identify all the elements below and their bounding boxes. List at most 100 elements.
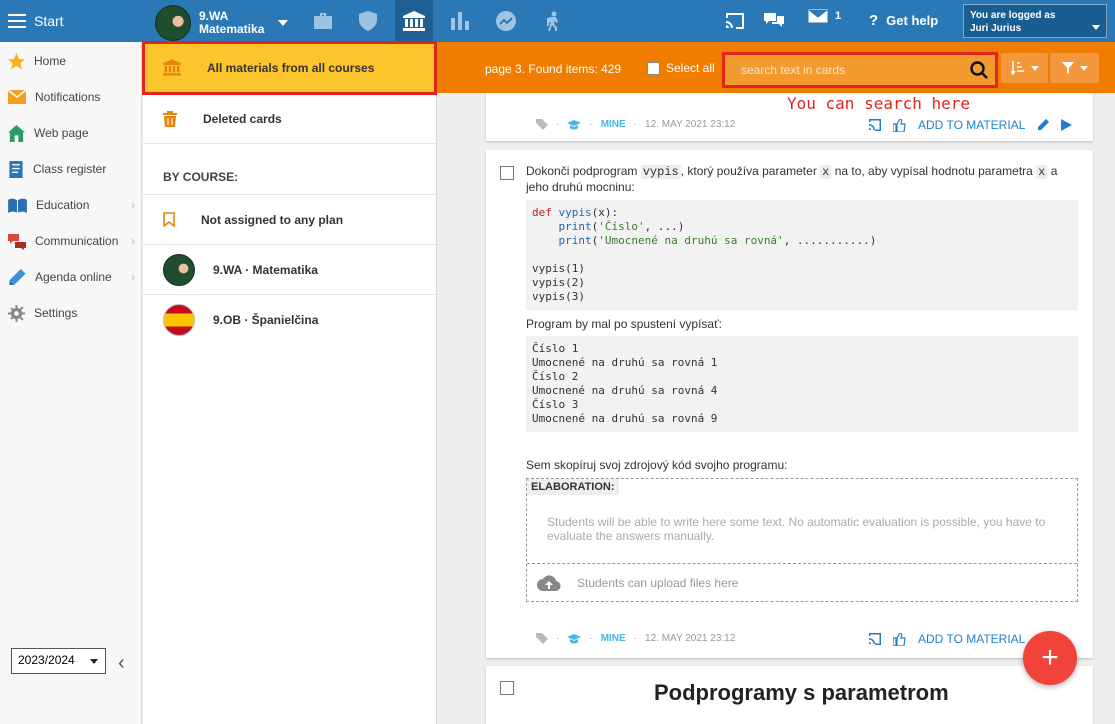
sidebar-item-notifications[interactable]: Notifications — [0, 79, 141, 115]
card-checkbox[interactable] — [500, 681, 514, 695]
hamburger-icon — [8, 14, 26, 28]
school-year-value: 2023/2024 — [18, 653, 75, 667]
spain-flag-icon — [163, 304, 195, 336]
thumbs-up-icon[interactable] — [893, 118, 906, 132]
school-year-select[interactable]: 2023/2024 — [11, 648, 106, 674]
star-icon — [8, 52, 25, 70]
search-box[interactable] — [722, 52, 998, 88]
search-icon[interactable] — [970, 61, 988, 79]
graduation-cap-icon — [567, 119, 582, 129]
bar-chart-icon[interactable] — [441, 0, 479, 42]
top-bar: Start 9.WA Matematika 1 ? Get help You a… — [0, 0, 1115, 42]
mail-icon — [808, 9, 828, 23]
briefcase-icon[interactable] — [304, 0, 342, 42]
sort-button[interactable] — [1001, 53, 1048, 83]
output-intro-text: Program by mal po spustení vypísať: — [526, 317, 722, 331]
sidebar-item-education[interactable]: Education › — [0, 187, 141, 223]
sidebar-item-settings[interactable]: Settings — [0, 295, 141, 331]
main-sidebar: Home Notifications Web page Class regist… — [0, 42, 142, 724]
shield-icon[interactable] — [349, 0, 387, 42]
search-input[interactable] — [741, 63, 961, 77]
play-icon[interactable] — [1061, 119, 1073, 131]
sidebar-item-label: Communication — [35, 234, 119, 248]
question-icon: ? — [869, 12, 879, 29]
get-help-label: Get help — [886, 13, 939, 28]
cast-icon[interactable] — [868, 633, 881, 645]
found-items-text: page 3. Found items: 429 — [485, 62, 622, 76]
course-avatar — [163, 253, 195, 286]
get-help-button[interactable]: ? Get help — [869, 12, 938, 29]
not-assigned-item[interactable]: Not assigned to any plan — [143, 195, 436, 245]
material-card: Dokonči podprogram vypis, ktorý používa … — [486, 150, 1093, 658]
cast-icon[interactable] — [868, 119, 881, 131]
cards-toolbar: page 3. Found items: 429 Select all — [437, 42, 1115, 93]
card-checkbox[interactable] — [500, 166, 514, 180]
sidebar-item-label: Settings — [34, 306, 78, 320]
logged-as-label: You are logged as — [970, 10, 1056, 21]
course-label: 9.WA · Matematika — [213, 262, 318, 277]
thumbs-up-icon[interactable] — [893, 632, 906, 646]
card-date: 12. MAY 2021 23:12 — [645, 633, 736, 644]
pen-icon — [9, 268, 26, 285]
library-icon[interactable] — [395, 0, 433, 42]
edit-pencil-icon[interactable] — [1037, 119, 1050, 131]
chevron-right-icon: › — [131, 198, 135, 212]
chat-bubbles-icon[interactable] — [755, 0, 793, 42]
checkbox[interactable] — [647, 61, 660, 75]
elaboration-box[interactable]: ELABORATION: Students will be able to wr… — [526, 478, 1078, 602]
book-icon — [8, 198, 27, 213]
add-to-material-link[interactable]: ADD TO MATERIAL — [918, 632, 1025, 646]
course-item-matematika[interactable]: 9.WA · Matematika — [143, 245, 436, 295]
card-date: 12. MAY 2021 23:12 — [645, 119, 736, 130]
trend-icon[interactable] — [487, 0, 525, 42]
course-switcher[interactable]: 9.WA Matematika — [155, 5, 289, 41]
chevron-down-icon — [278, 20, 289, 26]
envelope-icon — [8, 90, 26, 104]
upload-label: Students can upload files here — [577, 576, 739, 590]
deleted-cards-item[interactable]: Deleted cards — [143, 94, 436, 144]
chevron-down-icon — [90, 659, 98, 664]
upload-area[interactable]: Students can upload files here — [527, 563, 1077, 602]
sidebar-item-class-register[interactable]: Class register — [0, 151, 141, 187]
sidebar-item-web-page[interactable]: Web page — [0, 115, 141, 151]
select-all-checkbox[interactable]: Select all — [647, 61, 715, 75]
sidebar-item-home[interactable]: Home — [0, 43, 141, 79]
owner-badge: MINE — [600, 633, 626, 644]
library-icon — [163, 59, 181, 76]
card-meta: · · MINE · 12. MAY 2021 23:12 — [536, 119, 735, 130]
add-to-material-link[interactable]: ADD TO MATERIAL — [918, 118, 1025, 132]
chevron-down-icon — [1030, 65, 1039, 71]
register-icon — [9, 160, 23, 178]
messages-button[interactable]: 1 — [808, 9, 841, 23]
trash-icon — [163, 110, 177, 127]
chat-icon — [8, 233, 26, 250]
graduation-cap-icon — [567, 633, 582, 643]
add-card-button[interactable]: + — [1023, 631, 1077, 685]
walking-icon[interactable] — [533, 0, 571, 42]
sidebar-item-communication[interactable]: Communication › — [0, 223, 141, 259]
start-label: Start — [34, 13, 64, 29]
expected-output-block: Číslo 1 Umocnené na druhú sa rovná 1 Čís… — [526, 336, 1078, 432]
messages-count: 1 — [835, 10, 842, 22]
elaboration-label: ELABORATION: — [527, 479, 619, 495]
card-actions: ADD TO MATERIAL — [868, 632, 1025, 646]
sidebar-item-label: Education — [36, 198, 90, 212]
user-name: Juri Jurius — [970, 23, 1022, 34]
filter-button[interactable] — [1050, 53, 1099, 83]
user-menu[interactable]: You are logged as Juri Jurius — [963, 4, 1107, 38]
filter-icon — [1061, 62, 1074, 74]
all-materials-item[interactable]: All materials from all courses — [142, 41, 437, 95]
sidebar-item-agenda-online[interactable]: Agenda online › — [0, 259, 141, 295]
elaboration-placeholder: Students will be able to write here some… — [547, 515, 1046, 543]
course-label: 9.OB · Španielčina — [213, 313, 319, 327]
collapse-sidebar-icon[interactable]: ‹ — [118, 652, 125, 675]
course-avatar — [155, 5, 191, 41]
chevron-right-icon: › — [131, 270, 135, 284]
deleted-cards-label: Deleted cards — [203, 111, 282, 126]
course-item-spanish[interactable]: 9.OB · Španielčina — [143, 295, 436, 345]
by-course-heading: BY COURSE: — [143, 144, 436, 195]
material-card: Podprogramy s parametrom — [486, 666, 1093, 724]
start-menu-button[interactable]: Start — [8, 11, 64, 31]
cast-icon[interactable] — [716, 0, 754, 42]
sidebar-item-label: Home — [34, 54, 67, 68]
